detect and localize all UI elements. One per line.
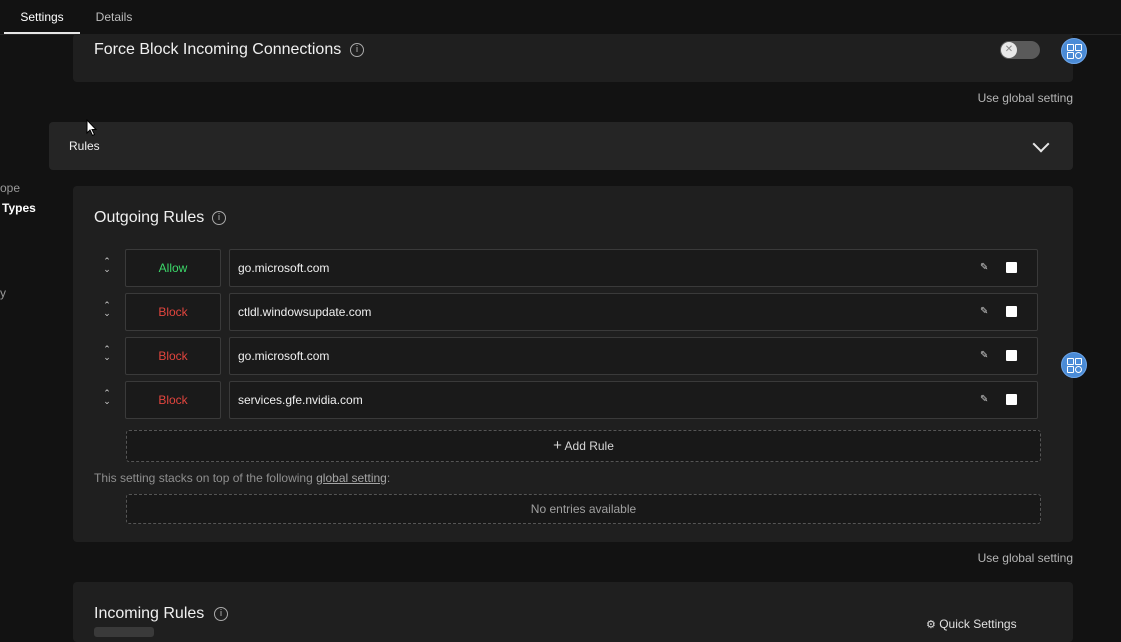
rule-action-select[interactable]: Block (125, 381, 221, 419)
info-icon[interactable]: i (350, 43, 364, 57)
rule-action-select[interactable]: Block (125, 337, 221, 375)
sidebar-item-types[interactable]: Types (2, 201, 36, 215)
edit-icon[interactable]: ✎ (980, 263, 990, 273)
sliders-icon: ⚙ (926, 618, 936, 631)
rule-value-field[interactable]: go.microsoft.com ✎ (229, 337, 1038, 375)
drag-handle-icon[interactable]: ⌃ ⌄ (101, 258, 113, 278)
sidebar-item-scope[interactable]: ope (0, 181, 20, 195)
rule-checkbox[interactable] (1006, 350, 1017, 361)
settings-fab-icon[interactable] (1061, 352, 1087, 378)
force-block-toggle[interactable]: ✕ (1000, 41, 1040, 59)
tab-details[interactable]: Details (80, 0, 148, 34)
toggle-off-icon: ✕ (1001, 42, 1017, 58)
mouse-cursor-icon (86, 119, 98, 137)
info-icon[interactable]: i (212, 211, 226, 225)
plus-icon: + (553, 437, 562, 454)
sidebar-item-partial[interactable]: y (0, 286, 6, 300)
stack-hint-suffix: : (386, 471, 391, 485)
tab-settings[interactable]: Settings (4, 0, 80, 34)
no-entries-text: No entries available (530, 502, 637, 516)
settings-fab-icon[interactable] (1061, 38, 1087, 64)
use-global-setting-link[interactable]: Use global setting (873, 91, 1073, 105)
outgoing-rules-title: Outgoing Rules (94, 209, 205, 226)
rule-value-field[interactable]: services.gfe.nvidia.com ✎ (229, 381, 1038, 419)
info-icon[interactable]: i (214, 607, 228, 621)
chevron-down-icon[interactable] (1032, 135, 1050, 153)
incoming-rules-title: Incoming Rules (94, 605, 205, 622)
rules-section-label: Rules (69, 139, 100, 153)
rule-action-select[interactable]: Allow (125, 249, 221, 287)
force-block-title: Force Block Incoming Connections (94, 41, 342, 58)
rule-action-select[interactable]: Block (125, 293, 221, 331)
rule-value-text: go.microsoft.com (238, 349, 330, 363)
rule-checkbox[interactable] (1006, 394, 1017, 405)
drag-handle-icon[interactable]: ⌃ ⌄ (101, 346, 113, 366)
force-block-card: Force Block Incoming Connections i ✕ (73, 34, 1073, 82)
active-tab-indicator (4, 32, 80, 34)
add-rule-label: Add Rule (564, 439, 614, 453)
incoming-rules-chip[interactable] (94, 627, 154, 637)
rule-checkbox[interactable] (1006, 262, 1017, 273)
drag-handle-icon[interactable]: ⌃ ⌄ (101, 302, 113, 322)
quick-settings-label: Quick Settings (939, 617, 1017, 631)
drag-handle-icon[interactable]: ⌃ ⌄ (101, 390, 113, 410)
edit-icon[interactable]: ✎ (980, 351, 990, 361)
rule-value-text: services.gfe.nvidia.com (238, 393, 363, 407)
global-setting-link[interactable]: global setting (316, 471, 387, 485)
rules-section-header[interactable]: Rules (49, 122, 1073, 170)
edit-icon[interactable]: ✎ (980, 307, 990, 317)
stack-hint-prefix: This setting stacks on top of the follow… (94, 471, 317, 485)
edit-icon[interactable]: ✎ (980, 395, 990, 405)
rule-value-field[interactable]: ctldl.windowsupdate.com ✎ (229, 293, 1038, 331)
add-rule-button[interactable]: + Add Rule (126, 430, 1041, 462)
rule-value-text: ctldl.windowsupdate.com (238, 305, 372, 319)
quick-settings-button[interactable]: ⚙ Quick Settings (926, 617, 1017, 631)
rule-value-text: go.microsoft.com (238, 261, 330, 275)
rule-value-field[interactable]: go.microsoft.com ✎ (229, 249, 1038, 287)
tab-bar: Settings Details (0, 0, 1121, 35)
use-global-setting-link[interactable]: Use global setting (873, 551, 1073, 565)
rule-checkbox[interactable] (1006, 306, 1017, 317)
no-entries-box: No entries available (126, 494, 1041, 524)
stack-hint: This setting stacks on top of the follow… (94, 471, 390, 485)
